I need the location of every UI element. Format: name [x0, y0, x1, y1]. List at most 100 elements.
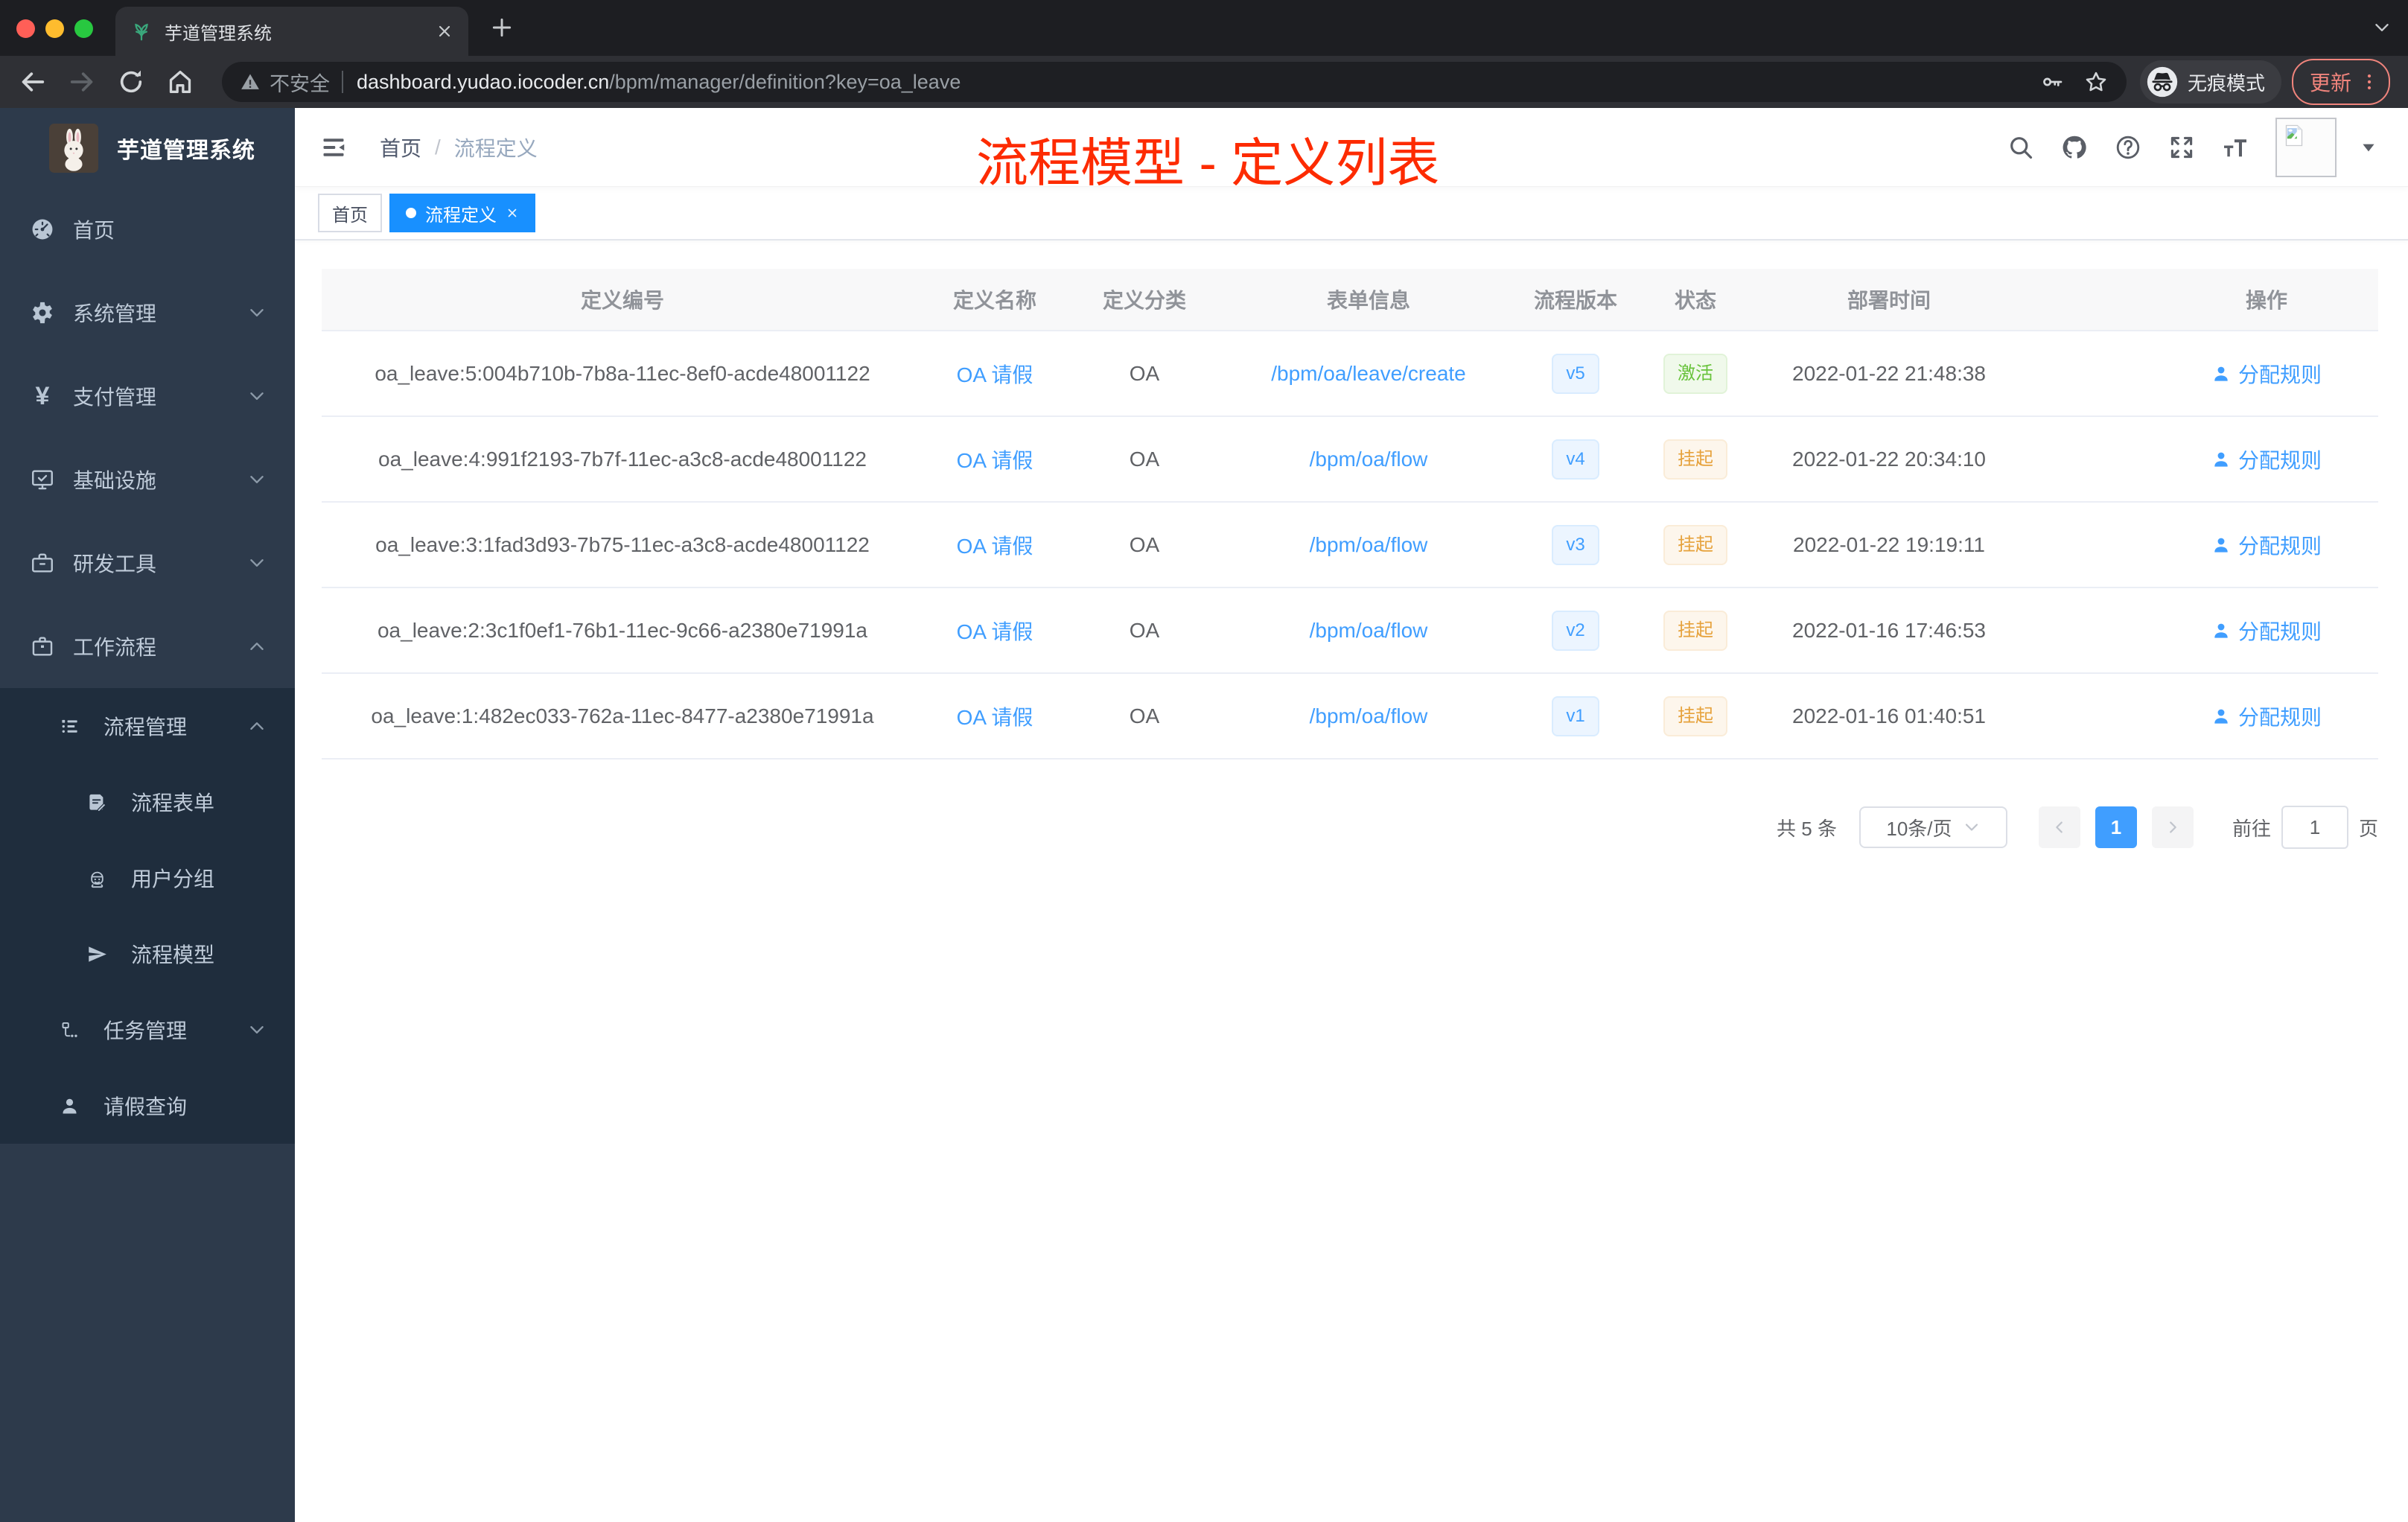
reload-button[interactable] [116, 67, 146, 97]
tag-home[interactable]: 首页 [318, 194, 382, 232]
app-logo[interactable]: 芋道管理系统 [0, 108, 295, 188]
avatar-caret-down-icon[interactable] [2359, 138, 2378, 157]
sidebar-item-11[interactable]: 请假查询 [0, 1068, 295, 1144]
paper-plane-icon [87, 944, 107, 964]
form-info-link[interactable]: /bpm/oa/flow [1223, 619, 1514, 643]
table-row: oa_leave:2:3c1f0ef1-76b1-11ec-9c66-a2380… [322, 588, 2378, 674]
deploy-time-cell: 2022-01-22 21:48:38 [1792, 361, 1986, 385]
help-icon[interactable] [2115, 134, 2141, 161]
form-info-link[interactable]: /bpm/oa/flow [1223, 448, 1514, 471]
sidebar-item-6[interactable]: 流程管理 [0, 688, 295, 764]
assign-rule-label: 分配规则 [2237, 534, 2322, 558]
list-tree-icon [60, 716, 80, 736]
browser-tab-strip: 芋道管理系统 [0, 0, 2408, 56]
assign-rule-link[interactable]: 分配规则 [2155, 588, 2378, 672]
definition-name-link[interactable]: OA 请假 [923, 616, 1066, 646]
definition-name-link[interactable]: OA 请假 [923, 359, 1066, 389]
sidebar-item-label: 基础设施 [73, 469, 157, 492]
definition-id-cell: oa_leave:2:3c1f0ef1-76b1-11ec-9c66-a2380… [377, 618, 867, 642]
breadcrumb-current: 流程定义 [453, 136, 538, 160]
assign-rule-label: 分配规则 [2237, 448, 2322, 472]
sidebar-item-10[interactable]: 任务管理 [0, 992, 295, 1068]
tag-process-definition[interactable]: 流程定义 [389, 194, 535, 232]
sidebar-item-3[interactable]: 基础设施 [0, 438, 295, 521]
process-version-cell: v1 [1514, 695, 1637, 736]
col-header-deploy-time: 部署时间 [1847, 289, 1931, 312]
definition-category-cell: OA [1129, 618, 1160, 642]
close-window-button[interactable] [16, 19, 35, 38]
sidebar-item-4[interactable]: 研发工具 [0, 521, 295, 605]
prev-page-button[interactable] [2038, 806, 2080, 848]
tag-active-dot [406, 208, 416, 218]
browser-menu-icon[interactable] [2359, 71, 2380, 92]
avatar[interactable] [2275, 117, 2337, 177]
goto-page-input[interactable] [2281, 806, 2348, 849]
definition-name-link[interactable]: OA 请假 [923, 445, 1066, 474]
sidebar-item-9[interactable]: 流程模型 [0, 916, 295, 992]
definition-name-link[interactable]: OA 请假 [923, 701, 1066, 731]
tag-close-icon[interactable] [506, 206, 519, 220]
sidebar-item-label: 研发工具 [73, 553, 157, 576]
font-size-icon[interactable] [2222, 134, 2249, 161]
page-number-1[interactable]: 1 [2095, 806, 2137, 848]
version-badge: v4 [1552, 439, 1599, 480]
sidebar-item-2[interactable]: ¥ 支付管理 [0, 354, 295, 438]
bookmark-star-icon[interactable] [2083, 69, 2109, 95]
address-bar[interactable]: 不安全 dashboard.yudao.iocoder.cn /bpm/mana… [222, 62, 2127, 102]
home-button[interactable] [165, 67, 195, 97]
browser-tab[interactable]: 芋道管理系统 [115, 7, 468, 56]
url-domain: dashboard.yudao.iocoder.cn [357, 70, 610, 93]
assign-rule-link[interactable]: 分配规则 [2155, 674, 2378, 758]
user-icon [2211, 535, 2231, 555]
tab-close-icon[interactable] [436, 22, 453, 40]
gear-icon [30, 300, 55, 325]
definition-name-link[interactable]: OA 请假 [923, 530, 1066, 560]
sidebar-item-0[interactable]: 首页 [0, 188, 295, 271]
fullscreen-icon[interactable] [2168, 134, 2195, 161]
forward-button[interactable] [67, 67, 97, 97]
sidebar-item-7[interactable]: 流程表单 [0, 764, 295, 840]
sidebar-fold-icon[interactable] [320, 134, 347, 161]
sidebar-item-label: 工作流程 [73, 636, 157, 659]
form-info-link[interactable]: /bpm/oa/flow [1223, 533, 1514, 557]
tab-search-icon[interactable] [2372, 18, 2392, 37]
deploy-time-cell: 2022-01-22 19:19:11 [1793, 532, 1985, 556]
sidebar-item-1[interactable]: 系统管理 [0, 271, 295, 354]
sidebar-item-8[interactable]: 用户分组 [0, 840, 295, 916]
new-tab-button[interactable] [490, 16, 514, 39]
pagination-total: 共 5 条 [1777, 817, 1837, 840]
form-info-link[interactable]: /bpm/oa/leave/create [1223, 362, 1514, 386]
assign-rule-link[interactable]: 分配规则 [2155, 417, 2378, 501]
sidebar-item-5[interactable]: 工作流程 [0, 605, 295, 688]
breadcrumb-home[interactable]: 首页 [380, 133, 421, 162]
deploy-time-cell: 2022-01-22 20:34:10 [1792, 447, 1986, 471]
security-label[interactable]: 不安全 [270, 68, 330, 97]
chevron-up-icon [247, 716, 267, 736]
back-button[interactable] [18, 67, 48, 97]
zoom-window-button[interactable] [74, 19, 93, 38]
browser-toolbar: 不安全 dashboard.yudao.iocoder.cn /bpm/mana… [0, 56, 2408, 108]
chevron-right-icon [2165, 819, 2181, 835]
main-area: 流程模型 - 定义列表 首页 / 流程定义 首页 流程定义 定义编号 定义名称 … [295, 108, 2408, 1522]
form-edit-icon [87, 792, 107, 812]
col-header-process-version: 流程版本 [1533, 289, 1617, 312]
user-icon [2211, 621, 2231, 640]
chrome-update-button[interactable]: 更新 [2291, 59, 2390, 105]
password-key-icon[interactable] [2040, 70, 2064, 94]
definition-id-cell: oa_leave:3:1fad3d93-7b75-11ec-a3c8-acde4… [375, 532, 870, 556]
definition-id-cell: oa_leave:4:991f2193-7b7f-11ec-a3c8-acde4… [378, 447, 867, 471]
search-icon[interactable] [2007, 134, 2034, 161]
assign-rule-link[interactable]: 分配规则 [2155, 331, 2378, 415]
sidebar-item-label: 任务管理 [103, 1019, 188, 1042]
form-info-link[interactable]: /bpm/oa/flow [1223, 704, 1514, 728]
process-version-cell: v4 [1514, 439, 1637, 480]
minimize-window-button[interactable] [45, 19, 64, 38]
next-page-button[interactable] [2151, 806, 2194, 848]
sidebar-menu: 首页 系统管理 ¥ 支付管理基础设施研发工具工作流程流程管理 流程表单 用户分组 流程模型任… [0, 188, 295, 1144]
github-icon[interactable] [2061, 134, 2088, 161]
table-row: oa_leave:1:482ec033-762a-11ec-8477-a2380… [322, 674, 2378, 760]
definition-id-cell: oa_leave:1:482ec033-762a-11ec-8477-a2380… [371, 704, 874, 727]
assign-rule-link[interactable]: 分配规则 [2155, 503, 2378, 587]
page-size-select[interactable]: 10条/页 [1858, 806, 2007, 848]
goto-suffix: 页 [2358, 817, 2378, 840]
